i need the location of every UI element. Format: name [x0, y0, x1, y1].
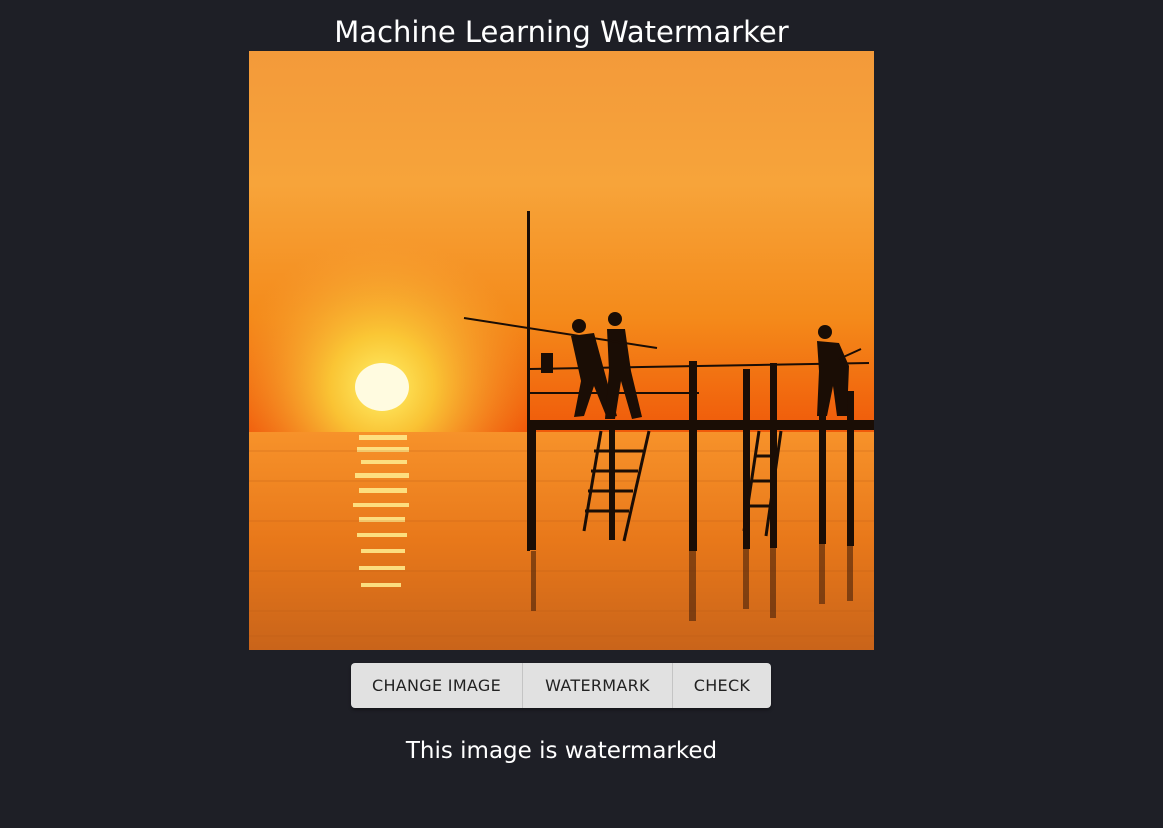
page-title: Machine Learning Watermarker	[334, 15, 789, 49]
status-message: This image is watermarked	[405, 738, 718, 764]
check-button[interactable]: Check	[673, 663, 771, 708]
watermark-button[interactable]: Watermark	[523, 663, 673, 708]
change-image-button[interactable]: Change Image	[351, 663, 523, 708]
image-preview	[249, 51, 874, 650]
sunset-photo	[249, 51, 874, 650]
app-root: Machine Learning Watermarker CHANGE IMAG…	[0, 0, 1163, 828]
action-button-group: Change Image Watermark Check	[351, 663, 771, 708]
